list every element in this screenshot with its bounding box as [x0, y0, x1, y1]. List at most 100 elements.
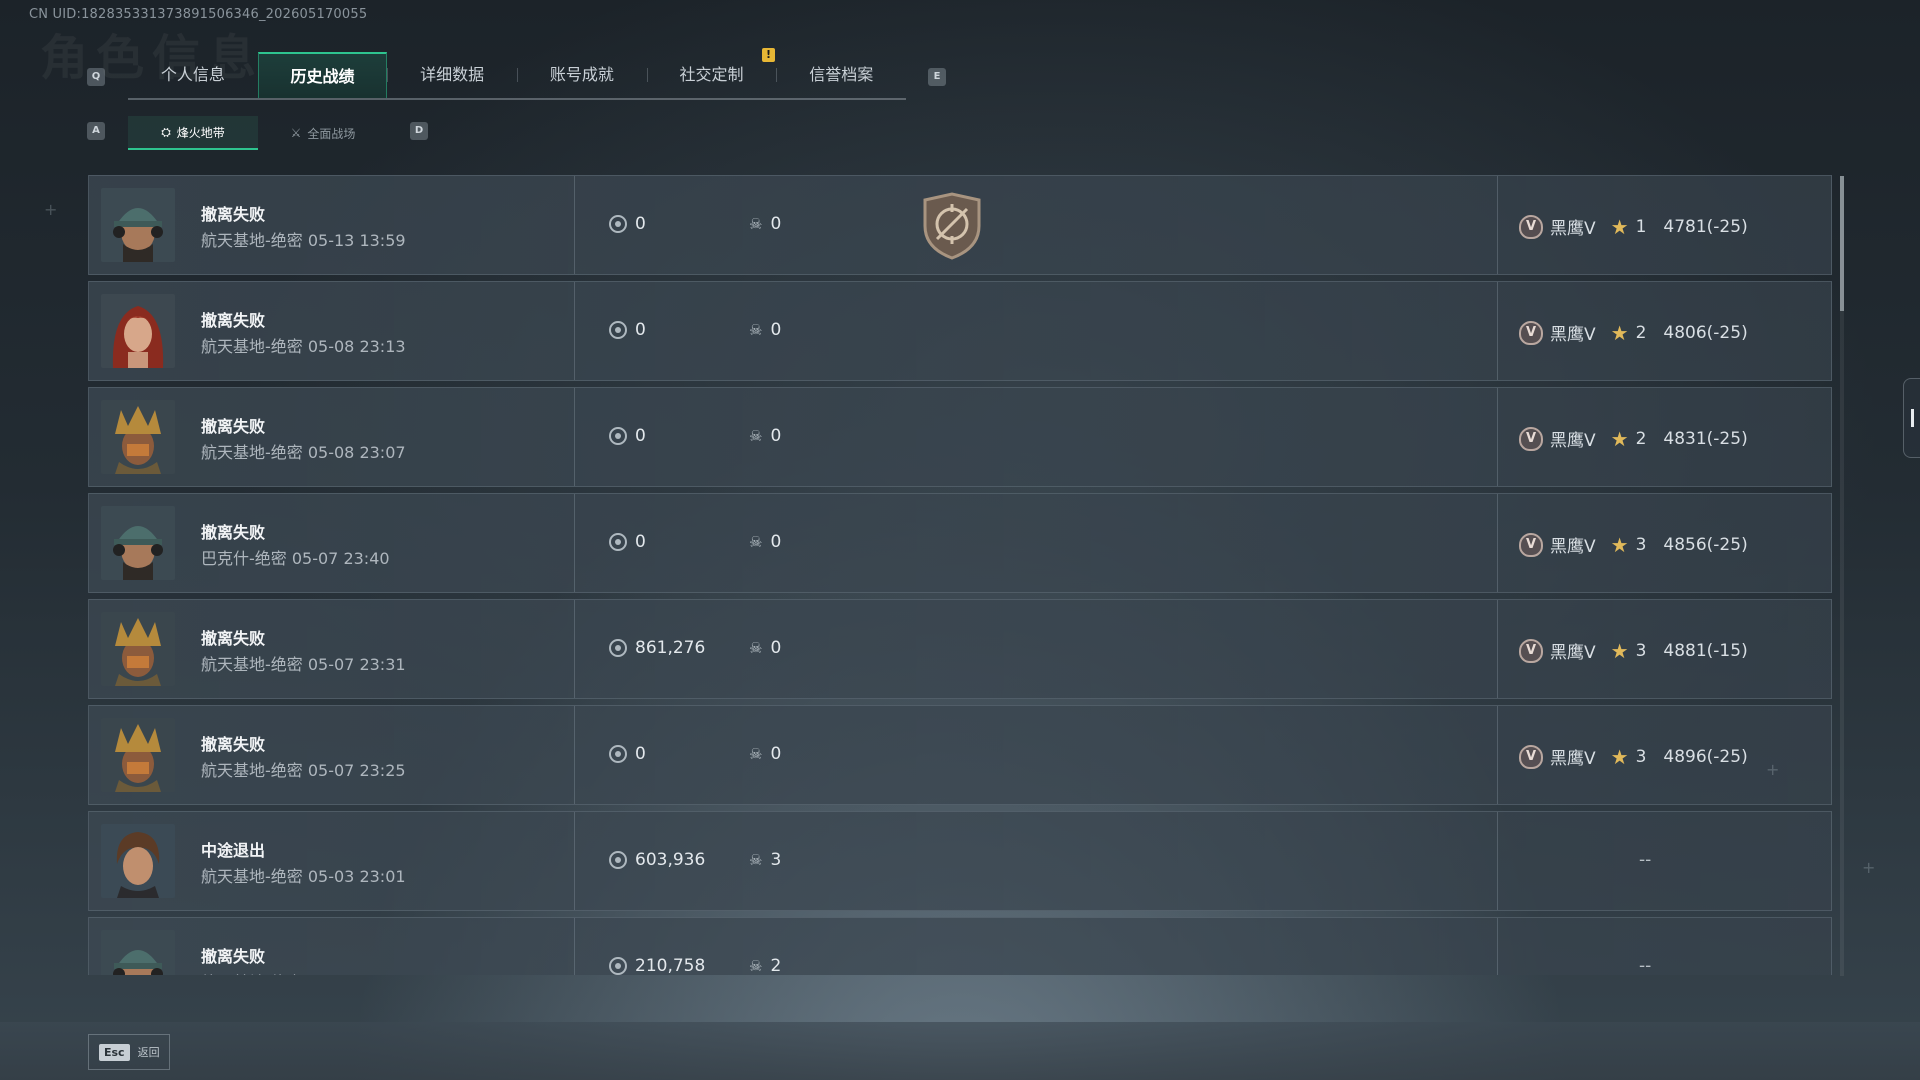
- tactical-emblem-icon: [923, 192, 981, 260]
- tab-achievements[interactable]: 账号成就: [517, 52, 647, 98]
- decor-plus-icon: +: [44, 200, 58, 219]
- star-icon: ★: [1610, 532, 1629, 557]
- rank-name: 黑鹰V: [1550, 749, 1596, 769]
- rank-score: 4881(-15): [1663, 640, 1748, 661]
- skull-icon: ☠: [749, 745, 763, 763]
- loot-value-stat: 861,276: [609, 638, 705, 658]
- loot-value: 0: [635, 532, 646, 552]
- back-button[interactable]: Esc 返回: [88, 1034, 170, 1070]
- match-row[interactable]: 撤离失败航天基地-绝密 05-03 22:50210,758☠2--: [88, 917, 1832, 975]
- match-row[interactable]: 撤离失败 航天基地-绝密 05-08 23:13 0 ☠ 0 V 黑鹰V ★ 2 4806(-25…: [88, 281, 1832, 381]
- rank-info: V 黑鹰V ★ 2 4831(-25): [1519, 426, 1748, 451]
- no-rank-placeholder: --: [1639, 850, 1652, 870]
- match-row[interactable]: 撤离失败 航天基地-绝密 05-13 13:59 0 ☠ 0 V 黑鹰V ★ 1 4781(-25…: [88, 175, 1832, 275]
- coin-icon: [609, 639, 627, 657]
- skull-icon: ☠: [749, 215, 763, 233]
- rank-shield-icon: V: [1519, 426, 1543, 451]
- kills-stat: ☠ 3: [749, 850, 781, 870]
- match-result: 撤离失败: [201, 947, 266, 966]
- rank-info: V 黑鹰V ★ 3 4881(-15): [1519, 638, 1748, 663]
- coin-icon: [609, 215, 627, 233]
- match-row[interactable]: 撤离失败 航天基地-绝密 05-07 23:31 861,276 ☠ 0 V 黑鹰V ★ 3 48…: [88, 599, 1832, 699]
- column-divider: [574, 176, 575, 274]
- skull-icon: ☠: [749, 321, 763, 339]
- star-count: 2: [1635, 322, 1647, 343]
- coin-icon: [609, 427, 627, 445]
- match-row[interactable]: 撤离失败 巴克什-绝密 05-07 23:40 0 ☠ 0 V 黑鹰V ★ 3 4856(-25): [88, 493, 1832, 593]
- subtab-next-key-hint[interactable]: D: [410, 122, 428, 140]
- rank-shield-icon: V: [1519, 532, 1543, 557]
- star-icon: ★: [1610, 214, 1629, 239]
- operator-avatar: [101, 400, 175, 474]
- decor-plus-icon: +: [1766, 760, 1780, 779]
- extraction-mode-icon: ⛭: [161, 124, 171, 139]
- star-icon: ★: [1610, 320, 1629, 345]
- match-map-time: 巴克什-绝密 05-07 23:40: [201, 549, 390, 568]
- rank-info: V 黑鹰V ★ 3 4896(-25): [1519, 744, 1748, 769]
- rank-score: 4806(-25): [1663, 322, 1748, 343]
- loot-value: 0: [635, 320, 646, 340]
- rank-info: V 黑鹰V ★ 3 4856(-25): [1519, 532, 1748, 557]
- match-map-time: 航天基地-绝密 05-07 23:31: [201, 655, 406, 674]
- star-count: 3: [1635, 746, 1647, 767]
- loot-value: 603,936: [635, 850, 706, 870]
- star-icon: ★: [1610, 744, 1629, 769]
- kill-count: 0: [770, 320, 782, 340]
- column-divider: [574, 600, 575, 698]
- rank-name: 黑鹰V: [1550, 537, 1596, 557]
- subtab-label: 全面战场: [307, 126, 356, 141]
- loot-value: 210,758: [635, 956, 706, 975]
- tab-social-custom[interactable]: 社交定制: [646, 52, 777, 98]
- loot-value-stat: 0: [609, 532, 646, 552]
- tab-personal-info[interactable]: 个人信息: [128, 52, 258, 98]
- list-scrollbar[interactable]: [1840, 176, 1844, 976]
- tab-prev-key-hint[interactable]: Q: [87, 68, 105, 86]
- subtab-prev-key-hint[interactable]: A: [87, 122, 105, 140]
- tab-detailed-data[interactable]: 详细数据: [387, 52, 517, 98]
- loot-value-stat: 603,936: [609, 850, 705, 870]
- column-divider: [1497, 494, 1498, 592]
- mode-tab-bar: ⛭ 烽火地带 ⚔ 全面战场: [128, 116, 388, 150]
- kill-count: 0: [770, 532, 782, 552]
- match-row[interactable]: 中途退出 航天基地-绝密 05-03 23:01 603,936 ☠ 3 --: [88, 811, 1832, 911]
- operator-avatar: [101, 718, 175, 792]
- match-row[interactable]: 撤离失败 航天基地-绝密 05-08 23:07 0 ☠ 0 V 黑鹰V ★ 2 4831(-25…: [88, 387, 1832, 487]
- coin-icon: [609, 533, 627, 551]
- rank-score: 4896(-25): [1663, 746, 1748, 767]
- match-map-time: 航天基地-绝密 05-08 23:07: [201, 443, 406, 462]
- side-panel-handle[interactable]: [1903, 378, 1920, 458]
- column-divider: [574, 706, 575, 804]
- coin-icon: [609, 851, 627, 869]
- kills-stat: ☠ 0: [749, 744, 781, 764]
- tab-credit-record[interactable]: 信誉档案: [776, 52, 906, 98]
- star-icon: ★: [1610, 638, 1629, 663]
- tab-match-history[interactable]: 历史战绩: [257, 52, 388, 98]
- column-divider: [574, 918, 575, 975]
- kills-stat: ☠ 0: [749, 426, 781, 446]
- rank-shield-icon: V: [1519, 744, 1543, 769]
- tab-next-key-hint[interactable]: E: [928, 68, 946, 86]
- warfare-mode-icon: ⚔: [290, 126, 302, 140]
- subtab-extraction-mode[interactable]: ⛭ 烽火地带: [128, 116, 258, 150]
- star-count: 3: [1635, 534, 1647, 555]
- star-count: 2: [1635, 428, 1647, 449]
- match-result: 撤离失败: [201, 311, 266, 330]
- footer-bar: [0, 1022, 1920, 1080]
- rank-shield-icon: V: [1519, 214, 1543, 239]
- operator-avatar: [101, 824, 175, 898]
- main-tab-bar: 个人信息 历史战绩 详细数据 账号成就 社交定制 信誉档案: [128, 52, 906, 100]
- loot-value-stat: 0: [609, 320, 646, 340]
- subtab-warfare-mode[interactable]: ⚔ 全面战场: [258, 116, 388, 150]
- no-rank-placeholder: --: [1639, 956, 1652, 975]
- match-map-time: 航天基地-绝密 05-03 23:01: [201, 867, 406, 886]
- coin-icon: [609, 321, 627, 339]
- rank-name: 黑鹰V: [1550, 643, 1596, 663]
- rank-info: V 黑鹰V ★ 2 4806(-25): [1519, 320, 1748, 345]
- column-divider: [574, 388, 575, 486]
- column-divider: [1497, 176, 1498, 274]
- operator-avatar: [101, 506, 175, 580]
- back-label: 返回: [137, 1046, 160, 1059]
- match-map-time: 航天基地-绝密 05-03 22:50: [201, 969, 406, 975]
- scrollbar-thumb[interactable]: [1840, 176, 1844, 311]
- match-row[interactable]: 撤离失败 航天基地-绝密 05-07 23:25 0 ☠ 0 V 黑鹰V ★ 3 4896(-25…: [88, 705, 1832, 805]
